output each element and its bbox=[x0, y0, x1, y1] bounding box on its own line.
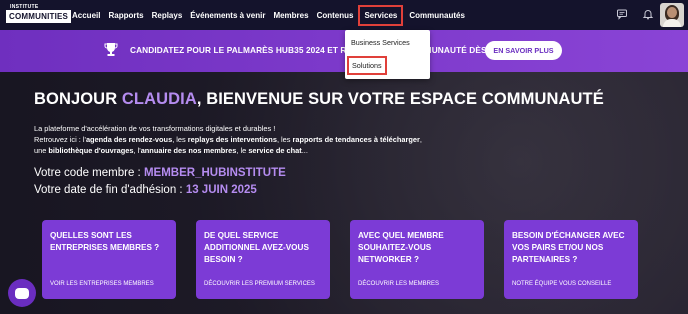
card-question: AVEC QUEL MEMBRE SOUHAITEZ-VOUS NETWORKE… bbox=[358, 231, 444, 264]
card-question: BESOIN D'ÉCHANGER AVEC VOS PAIRS ET/OU N… bbox=[512, 231, 625, 264]
card-question: QUELLES SONT LES ENTREPRISES MEMBRES ? bbox=[50, 231, 160, 252]
member-code: Votre code membre : MEMBER_HUBINSTITUTE bbox=[34, 167, 286, 179]
nav-item-membres[interactable]: Membres bbox=[273, 11, 308, 20]
dropdown-item-solutions[interactable]: Solutions bbox=[347, 56, 387, 75]
nav-item-contenus[interactable]: Contenus bbox=[317, 11, 354, 20]
top-nav: INSTITUTE COMMUNITIES Accueil Rapports R… bbox=[0, 0, 688, 30]
top-icons bbox=[616, 8, 654, 20]
card-link[interactable]: VOIR LES ENTREPRISES MEMBRES bbox=[50, 281, 154, 287]
trophy-icon bbox=[104, 42, 118, 58]
card-question: DE QUEL SERVICE ADDITIONNEL AVEZ-VOUS BE… bbox=[204, 231, 309, 264]
chat-icon[interactable] bbox=[616, 8, 628, 20]
user-name: CLAUDIA bbox=[121, 90, 197, 108]
chat-bubble-icon[interactable] bbox=[8, 279, 36, 307]
nav-item-communautes[interactable]: Communautés bbox=[409, 11, 465, 20]
nav-item-replays[interactable]: Replays bbox=[152, 11, 183, 20]
en-savoir-plus-button[interactable]: EN SAVOIR PLUS bbox=[485, 41, 562, 60]
hero-description: La plateforme d'accélération de vos tran… bbox=[34, 124, 422, 155]
card-entreprises[interactable]: QUELLES SONT LES ENTREPRISES MEMBRES ? V… bbox=[42, 220, 176, 299]
nav-item-accueil[interactable]: Accueil bbox=[72, 11, 100, 20]
nav-item-evenements[interactable]: Événements à venir bbox=[190, 11, 265, 20]
avatar[interactable] bbox=[660, 3, 684, 27]
dropdown-item-business-services[interactable]: Business Services bbox=[351, 38, 410, 47]
welcome-title: BONJOUR CLAUDIA, BIENVENUE SUR VOTRE ESP… bbox=[34, 90, 604, 108]
banner-text: CANDIDATEZ POUR LE PALMARÈS HUB35 2024 E… bbox=[130, 45, 528, 55]
nav-item-rapports[interactable]: Rapports bbox=[108, 11, 143, 20]
services-dropdown: Business Services Solutions bbox=[345, 30, 430, 79]
logo[interactable]: INSTITUTE COMMUNITIES bbox=[6, 4, 72, 26]
membership-end-date: Votre date de fin d'adhésion : 13 JUIN 2… bbox=[34, 184, 257, 196]
card-link[interactable]: DÉCOUVRIR LES PREMIUM SERVICES bbox=[204, 281, 315, 287]
card-networking[interactable]: AVEC QUEL MEMBRE SOUHAITEZ-VOUS NETWORKE… bbox=[350, 220, 484, 299]
promo-banner: CANDIDATEZ POUR LE PALMARÈS HUB35 2024 E… bbox=[0, 30, 688, 72]
card-link[interactable]: DÉCOUVRIR LES MEMBRES bbox=[358, 281, 439, 287]
hero-section: BONJOUR CLAUDIA, BIENVENUE SUR VOTRE ESP… bbox=[0, 72, 688, 314]
logo-title: COMMUNITIES bbox=[6, 10, 72, 23]
card-pairs-partenaires[interactable]: BESOIN D'ÉCHANGER AVEC VOS PAIRS ET/OU N… bbox=[504, 220, 638, 299]
nav-menu: Accueil Rapports Replays Événements à ve… bbox=[72, 0, 473, 30]
card-link[interactable]: NOTRE ÉQUIPE VOUS CONSEILLE bbox=[512, 281, 611, 287]
bell-icon[interactable] bbox=[642, 8, 654, 20]
card-premium-services[interactable]: DE QUEL SERVICE ADDITIONNEL AVEZ-VOUS BE… bbox=[196, 220, 330, 299]
nav-item-services[interactable]: Services bbox=[358, 4, 404, 26]
